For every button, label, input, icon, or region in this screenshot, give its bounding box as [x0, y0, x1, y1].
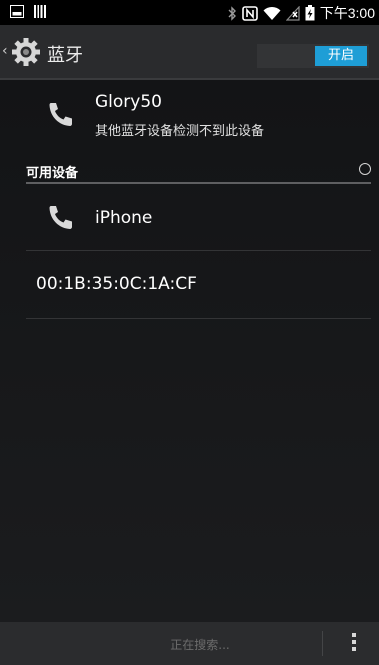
device-name: 00:1B:35:0C:1A:CF: [36, 274, 197, 294]
gear-icon[interactable]: [11, 37, 41, 67]
screenshot-icon: [10, 5, 24, 18]
scanning-spinner-icon: [359, 163, 371, 175]
own-device-visibility: 其他蓝牙设备检测不到此设备: [95, 124, 265, 139]
bluetooth-toggle[interactable]: 开启: [257, 44, 369, 68]
wifi-icon: [263, 6, 281, 20]
device-item-iphone[interactable]: iPhone: [26, 184, 371, 254]
status-time: 下午3:00: [319, 5, 375, 21]
own-device-item[interactable]: Glory50 其他蓝牙设备检测不到此设备: [0, 80, 379, 150]
page-title: 蓝牙: [47, 45, 83, 66]
barcode-icon: [34, 5, 46, 18]
device-item-mac-address[interactable]: 00:1B:35:0C:1A:CF: [26, 251, 371, 321]
phone-icon: [49, 103, 72, 126]
bottom-divider: [322, 631, 323, 656]
bottom-bar: 正在搜索...: [0, 622, 379, 665]
action-bar: ‹ 蓝牙 开启: [0, 25, 379, 80]
available-devices-header: 可用设备: [26, 162, 371, 182]
nfc-icon: [241, 5, 258, 21]
section-title: 可用设备: [26, 166, 79, 181]
bluetooth-icon: [228, 5, 236, 21]
row-divider: [26, 318, 371, 319]
back-chevron-icon[interactable]: ‹: [2, 43, 8, 59]
toggle-on-label[interactable]: 开启: [315, 46, 367, 66]
overflow-menu-icon[interactable]: [352, 633, 357, 655]
own-device-name: Glory50: [95, 92, 162, 112]
no-signal-icon: [285, 5, 300, 21]
phone-icon: [49, 206, 72, 229]
device-name: iPhone: [95, 208, 153, 228]
bluetooth-settings-list: Glory50 其他蓝牙设备检测不到此设备 可用设备 iPhone 00:1B:…: [0, 80, 379, 622]
battery-charging-icon: [305, 5, 315, 21]
status-bar: 下午3:00: [0, 0, 379, 25]
